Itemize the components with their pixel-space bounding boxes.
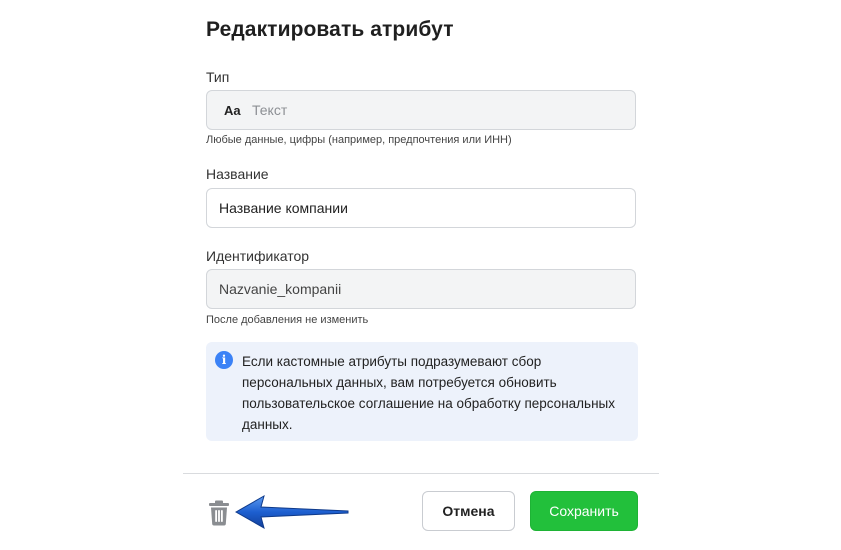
identifier-field: Nazvanie_kompanii (206, 269, 636, 309)
identifier-value: Nazvanie_kompanii (219, 281, 342, 297)
trash-icon[interactable] (207, 500, 231, 526)
name-label: Название (206, 166, 269, 182)
type-field: Aa Текст (206, 90, 636, 130)
info-icon: i (215, 351, 233, 369)
edit-attribute-dialog: Редактировать атрибут Тип Aa Текст Любые… (183, 0, 659, 550)
name-value: Название компании (219, 200, 348, 216)
type-label: Тип (206, 69, 230, 85)
dialog-title: Редактировать атрибут (206, 18, 454, 41)
name-input[interactable]: Название компании (206, 188, 636, 228)
text-type-icon: Aa (224, 102, 241, 118)
save-button[interactable]: Сохранить (530, 491, 638, 531)
type-hint: Любые данные, цифры (например, предпочте… (206, 134, 512, 146)
info-text: Если кастомные атрибуты подразумевают сб… (242, 354, 615, 432)
info-notice: i Если кастомные атрибуты подразумевают … (206, 342, 638, 441)
footer-divider (183, 473, 659, 474)
identifier-hint: После добавления не изменить (206, 314, 369, 326)
cancel-button[interactable]: Отмена (422, 491, 515, 531)
type-value: Текст (252, 102, 288, 118)
annotation-arrow-icon (234, 494, 349, 530)
identifier-label: Идентификатор (206, 248, 310, 264)
